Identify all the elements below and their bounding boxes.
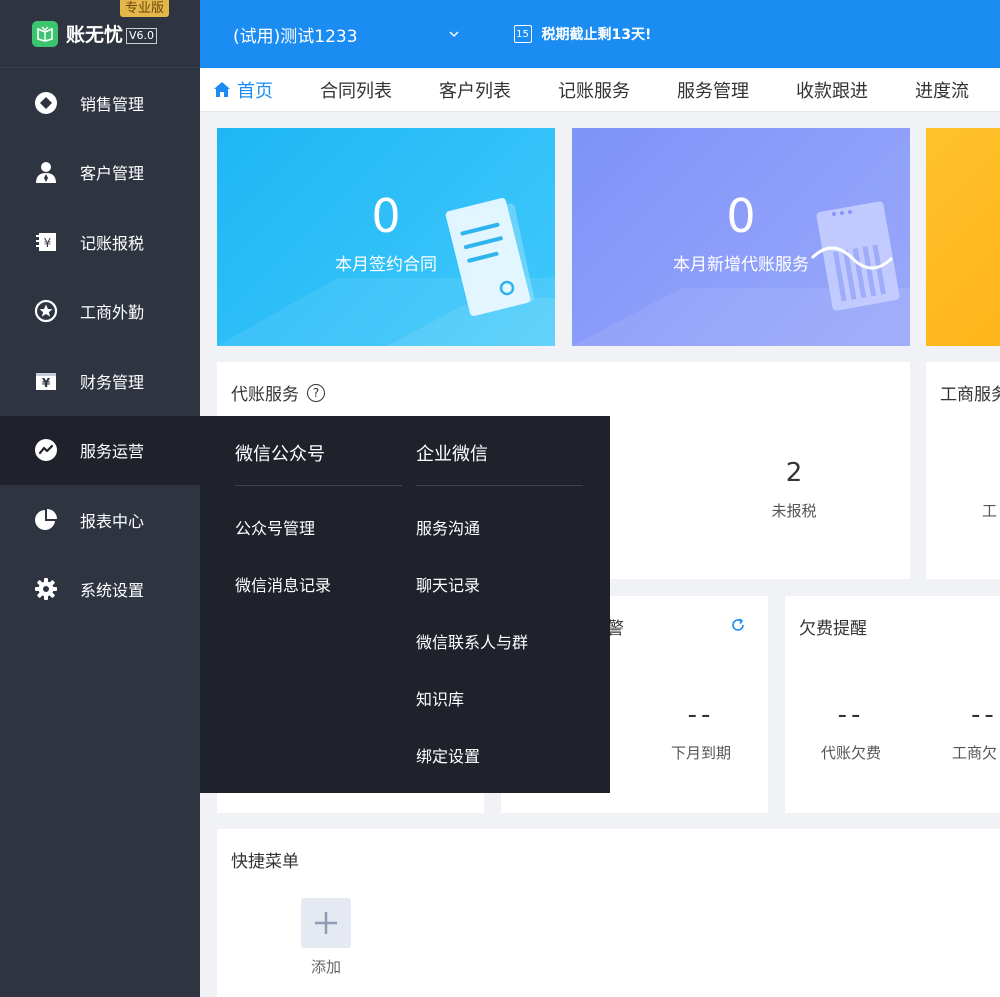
tab-contracts[interactable]: 合同列表 <box>320 77 392 103</box>
sidebar-item-service-ops[interactable]: 服务运营 <box>0 415 200 485</box>
service-ops-flyout: 微信公众号 公众号管理 微信消息记录 企业微信 服务沟通 聊天记录 微信联系人与… <box>200 416 610 793</box>
business-arrears-label: 工商欠 <box>952 744 998 762</box>
tax-deadline-notice[interactable]: 15 税期截止剩13天! <box>513 24 652 44</box>
pie-icon <box>34 508 58 532</box>
sidebar-item-sales[interactable]: 销售管理 <box>0 68 200 138</box>
stat-contracts-value: 0 <box>371 189 401 243</box>
business-metric-label: 工 <box>982 502 998 520</box>
sidebar-item-fieldwork[interactable]: 工商外勤 <box>0 277 200 347</box>
stat-new-services-value: 0 <box>726 189 756 243</box>
gear-icon <box>34 577 58 601</box>
stat-new-services-label: 本月新增代账服务 <box>673 255 809 275</box>
sidebar-item-bookkeeping[interactable]: ¥ 记账报税 <box>0 207 200 277</box>
chevron-down-icon[interactable] <box>448 28 460 40</box>
menu-item-wechat-message-log[interactable]: 微信消息记录 <box>235 557 402 614</box>
accounting-card-title: 代账服务 <box>231 385 299 405</box>
logo-book-icon <box>32 20 58 47</box>
business-card-title: 工商服务 <box>940 385 1000 405</box>
accounting-arrears-value[interactable]: -- <box>801 700 901 730</box>
sidebar: 账无忧 V6.0 专业版 销售管理 客户管理 ¥ 记账报税 工商外勤 ¥ 财务管… <box>0 0 200 997</box>
business-service-card: 工商服务 工 <box>926 362 1000 579</box>
tab-service-mgmt[interactable]: 服务管理 <box>677 77 749 103</box>
diamond-icon <box>34 91 58 115</box>
tab-home[interactable]: 首页 <box>213 77 273 103</box>
app-version: V6.0 <box>126 27 158 44</box>
stat-card-third[interactable] <box>926 128 1000 346</box>
trend-icon <box>34 438 58 462</box>
ledger-icon: ¥ <box>34 230 58 254</box>
menu-item-service-communication[interactable]: 服务沟通 <box>416 500 583 557</box>
tab-payment-followup[interactable]: 收款跟进 <box>796 77 868 103</box>
enterprise-wechat-column: 企业微信 服务沟通 聊天记录 微信联系人与群 知识库 绑定设置 <box>416 416 583 785</box>
sidebar-item-label: 财务管理 <box>80 372 145 392</box>
yen-box-icon: ¥ <box>34 369 58 393</box>
arrears-reminder-card: 欠费提醒 -- 代账欠费 -- 工商欠 <box>785 596 1000 813</box>
menu-item-official-account-mgmt[interactable]: 公众号管理 <box>235 500 402 557</box>
sidebar-item-label: 记账报税 <box>80 233 145 253</box>
next-month-expiry-value[interactable]: -- <box>651 700 751 730</box>
stat-card-contracts[interactable]: 0 本月签约合同 <box>217 128 555 346</box>
card-title: 代账服务 ? <box>231 380 325 405</box>
tab-label: 首页 <box>237 80 273 102</box>
edition-badge: 专业版 <box>120 0 170 17</box>
wechat-official-heading: 微信公众号 <box>235 416 402 486</box>
wechat-official-column: 微信公众号 公众号管理 微信消息记录 <box>235 416 402 614</box>
menu-item-wechat-contacts-groups[interactable]: 微信联系人与群 <box>416 614 583 671</box>
home-icon <box>214 81 230 97</box>
tax-notice-text: 税期截止剩13天! <box>541 27 652 43</box>
stat-contracts-label: 本月签约合同 <box>335 255 437 275</box>
svg-text:¥: ¥ <box>42 376 51 390</box>
add-shortcut-button[interactable] <box>301 898 351 948</box>
sidebar-item-label: 系统设置 <box>80 581 145 601</box>
person-icon <box>34 160 58 184</box>
svg-text:¥: ¥ <box>44 236 52 250</box>
sidebar-item-label: 报表中心 <box>80 511 145 531</box>
menu-item-chat-records[interactable]: 聊天记录 <box>416 557 583 614</box>
accounting-arrears-label: 代账欠费 <box>820 744 881 762</box>
sidebar-item-finance[interactable]: ¥ 财务管理 <box>0 346 200 416</box>
app-name: 账无忧 <box>66 24 124 46</box>
refresh-icon[interactable] <box>730 617 746 633</box>
plus-icon <box>315 912 337 934</box>
sidebar-item-label: 工商外勤 <box>80 303 145 323</box>
unfiled-tax-label: 未报税 <box>771 502 817 520</box>
tab-customers[interactable]: 客户列表 <box>439 77 511 103</box>
menu-item-knowledge-base[interactable]: 知识库 <box>416 671 583 728</box>
top-header: (试用)测试1233 15 税期截止剩13天! <box>200 0 1000 68</box>
sidebar-item-label: 销售管理 <box>80 94 145 114</box>
quick-menu-title: 快捷菜单 <box>231 852 299 872</box>
tab-bookkeeping[interactable]: 记账服务 <box>558 77 630 103</box>
business-arrears-value[interactable]: -- <box>971 700 1000 730</box>
help-icon[interactable]: ? <box>307 383 325 402</box>
sidebar-item-settings[interactable]: 系统设置 <box>0 555 200 625</box>
next-month-expiry-label: 下月到期 <box>670 744 731 762</box>
star-badge-icon <box>34 299 58 323</box>
sidebar-item-label: 客户管理 <box>80 164 145 184</box>
org-selector[interactable]: (试用)测试1233 <box>233 22 358 47</box>
tab-bar: 首页 合同列表 客户列表 记账服务 服务管理 收款跟进 进度流 <box>200 68 1000 112</box>
calendar-icon: 15 <box>513 25 532 43</box>
sidebar-item-customers[interactable]: 客户管理 <box>0 138 200 208</box>
logo-bar[interactable]: 账无忧 V6.0 专业版 <box>0 0 200 68</box>
sidebar-item-reports[interactable]: 报表中心 <box>0 485 200 555</box>
menu-item-binding-settings[interactable]: 绑定设置 <box>416 728 583 785</box>
arrears-card-title: 欠费提醒 <box>799 619 867 639</box>
sidebar-item-label: 服务运营 <box>80 442 145 462</box>
unfiled-tax-count[interactable]: 2 <box>744 458 844 488</box>
stat-card-new-services[interactable]: 0 本月新增代账服务 <box>572 128 910 346</box>
add-shortcut-label: 添加 <box>310 958 341 976</box>
tab-progress[interactable]: 进度流 <box>915 77 969 103</box>
enterprise-wechat-heading: 企业微信 <box>416 416 583 486</box>
